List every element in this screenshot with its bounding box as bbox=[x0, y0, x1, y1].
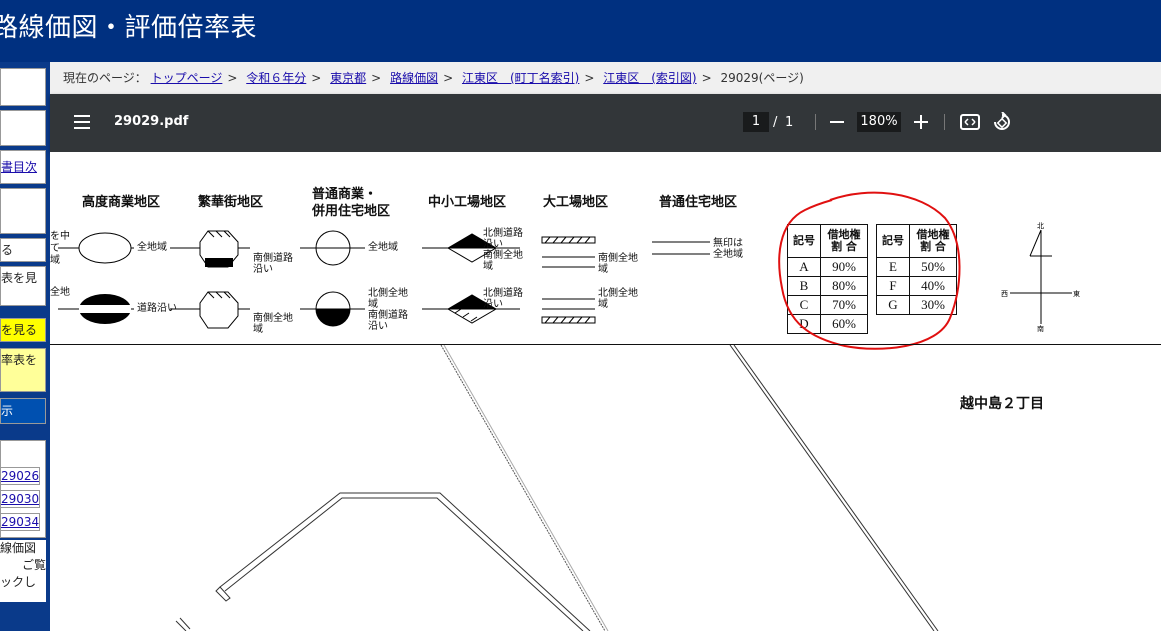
page-separator: / bbox=[773, 115, 778, 130]
pdf-toolbar: 29029.pdf 1 / 1 180% bbox=[50, 94, 1161, 152]
label-big-north-2: 域 bbox=[598, 299, 608, 310]
symbol-normal-commercial-north bbox=[300, 291, 365, 327]
zoom-in-icon[interactable] bbox=[914, 115, 928, 129]
legend-heading-busy-street: 繁華街地区 bbox=[198, 195, 264, 210]
breadcrumb-separator: > bbox=[701, 71, 712, 85]
breadcrumb-link-rosenka[interactable]: 路線価図 bbox=[390, 71, 438, 85]
symbol-high-commercial-road bbox=[58, 294, 134, 324]
breadcrumb-separator: > bbox=[443, 71, 454, 85]
page-total: 1 bbox=[785, 115, 794, 130]
symbol-busy-street-south-all bbox=[170, 291, 250, 329]
breadcrumb-link-top[interactable]: トップページ bbox=[151, 71, 223, 85]
breadcrumb-link-tokyo[interactable]: 東京都 bbox=[330, 71, 366, 85]
hamburger-menu-icon[interactable] bbox=[74, 115, 90, 129]
breadcrumb-current: 29029(ページ) bbox=[720, 71, 804, 85]
sidebar-box-2 bbox=[0, 110, 46, 146]
toolbar-divider bbox=[815, 114, 816, 130]
label-north-all-1: 北側全地 bbox=[368, 288, 408, 299]
compass-west: 西 bbox=[1001, 290, 1008, 298]
pdf-filename: 29029.pdf bbox=[114, 114, 189, 129]
label-big-south-1: 南側全地 bbox=[598, 253, 638, 264]
label-no-mark-2: 全地域 bbox=[713, 249, 743, 260]
site-header: 路線価図・評価倍率表 bbox=[0, 0, 1161, 62]
legend-heading-small-factory: 中小工場地区 bbox=[428, 195, 507, 210]
label-n-road2-1: 北側道路 bbox=[483, 288, 523, 299]
breadcrumb-link-koto-index-map[interactable]: 江東区 (索引図) bbox=[603, 71, 696, 85]
breadcrumb-separator: > bbox=[311, 71, 322, 85]
breadcrumb: 現在のページ： トップページ > 令和６年分 > 東京都 > 路線価図 > 江東区 (町… bbox=[50, 62, 1161, 94]
sidebar-note-line-3: ックし bbox=[0, 575, 37, 589]
label-south-road-2: 沿い bbox=[253, 264, 273, 275]
sidebar-item-contents-link[interactable]: 書目次 bbox=[1, 160, 37, 174]
label-along-road: 道路沿い bbox=[137, 303, 177, 314]
sidebar-note-line-2: ご覧 bbox=[21, 558, 46, 572]
label-n-road-2: 沿い bbox=[483, 239, 503, 250]
label-big-north-1: 北側全地 bbox=[598, 288, 638, 299]
breadcrumb-prefix: 現在のページ： bbox=[63, 71, 147, 85]
zoom-level-input[interactable]: 180% bbox=[857, 112, 901, 132]
breadcrumb-separator: > bbox=[584, 71, 595, 85]
symbol-normal-commercial-all bbox=[300, 230, 365, 266]
legend-heading-high-commercial: 高度商業地区 bbox=[82, 195, 161, 210]
sidebar-item-display-button[interactable]: 示 bbox=[0, 398, 46, 424]
symbol-large-factory-north bbox=[541, 298, 596, 324]
page-title: 路線価図・評価倍率表 bbox=[0, 13, 258, 43]
sidebar-box-3 bbox=[0, 188, 46, 234]
sidebar-note-line-1: 線価図 bbox=[0, 541, 37, 555]
sidebar-item-ru[interactable]: る bbox=[0, 238, 46, 262]
symbol-large-factory-south bbox=[541, 236, 596, 268]
zoom-out-icon[interactable] bbox=[830, 121, 844, 123]
compass-north: 北 bbox=[1037, 222, 1044, 230]
breadcrumb-separator: > bbox=[227, 71, 238, 85]
compass-icon: 北 南 西 東 bbox=[1001, 222, 1080, 332]
label-n-road-3: 南側全地 bbox=[483, 250, 523, 261]
sidebar-item-ratio-table[interactable]: 率表を bbox=[0, 348, 46, 392]
legend-heading-normal-commercial: 普通商業・ bbox=[312, 187, 378, 202]
label-n-road-4: 域 bbox=[483, 261, 493, 272]
label-whole-area-1: 全地域 bbox=[137, 242, 167, 253]
label-north-all-4: 沿い bbox=[368, 321, 388, 332]
legend-heading-mixed-residential: 併用住宅地区 bbox=[312, 204, 391, 219]
legend-heading-normal-residential: 普通住宅地区 bbox=[659, 195, 738, 210]
sidebar-box-1 bbox=[0, 68, 46, 106]
label-south-all-2: 域 bbox=[253, 324, 263, 335]
sidebar-link-29030[interactable]: 29030 bbox=[0, 490, 40, 508]
label-whole-area-2: 全地域 bbox=[368, 242, 398, 253]
sidebar-item-view-button[interactable]: を見る bbox=[0, 318, 46, 342]
compass-south: 南 bbox=[1037, 324, 1044, 332]
sidebar-link-29026[interactable]: 29026 bbox=[0, 467, 40, 485]
label-north-all-3: 南側道路 bbox=[368, 310, 408, 321]
sidebar-link-contents[interactable]: 書目次 bbox=[0, 150, 46, 184]
sidebar: 書目次 る 表を見 を見る 率表を 示 29026 29030 29034 線価… bbox=[0, 62, 50, 631]
symbol-busy-street-south-road bbox=[170, 230, 250, 268]
label-no-mark-1: 無印は bbox=[713, 238, 743, 249]
pdf-document: 高度商業地区 繁華街地区 普通商業・ 併用住宅地区 中小工場地区 大工場地区 普… bbox=[50, 152, 1161, 631]
label-south-road-1: 南側道路 bbox=[253, 253, 293, 264]
breadcrumb-separator: > bbox=[371, 71, 382, 85]
compass-east: 東 bbox=[1073, 289, 1080, 298]
breadcrumb-link-year[interactable]: 令和６年分 bbox=[246, 71, 306, 85]
red-annotation-circle bbox=[778, 191, 961, 350]
sidebar-note: 線価図 ご覧 ックし bbox=[0, 540, 46, 602]
fit-page-icon[interactable] bbox=[960, 114, 980, 130]
page-number-input[interactable]: 1 bbox=[743, 112, 769, 132]
symbol-normal-residential bbox=[652, 241, 710, 255]
sidebar-item-hyo[interactable]: 表を見 bbox=[0, 266, 46, 306]
legend-symbols bbox=[58, 230, 710, 329]
label-north-all-2: 域 bbox=[368, 299, 378, 310]
symbol-high-commercial-all bbox=[58, 232, 134, 264]
legend-heading-large-factory: 大工場地区 bbox=[543, 195, 609, 210]
label-n-road2-2: 沿い bbox=[483, 299, 503, 310]
label-big-south-2: 域 bbox=[598, 264, 608, 275]
map-drawing bbox=[175, 345, 939, 631]
map-area-name: 越中島２丁目 bbox=[960, 396, 1044, 412]
label-n-road-1: 北側道路 bbox=[483, 228, 523, 239]
breadcrumb-link-koto-town-index[interactable]: 江東区 (町丁名索引) bbox=[462, 71, 579, 85]
symbol-small-factory-north-road-2 bbox=[422, 294, 520, 324]
sidebar-link-29034[interactable]: 29034 bbox=[0, 513, 40, 531]
rotate-icon[interactable] bbox=[992, 112, 1012, 132]
toolbar-divider bbox=[944, 114, 945, 130]
label-south-all-1: 南側全地 bbox=[253, 313, 293, 324]
